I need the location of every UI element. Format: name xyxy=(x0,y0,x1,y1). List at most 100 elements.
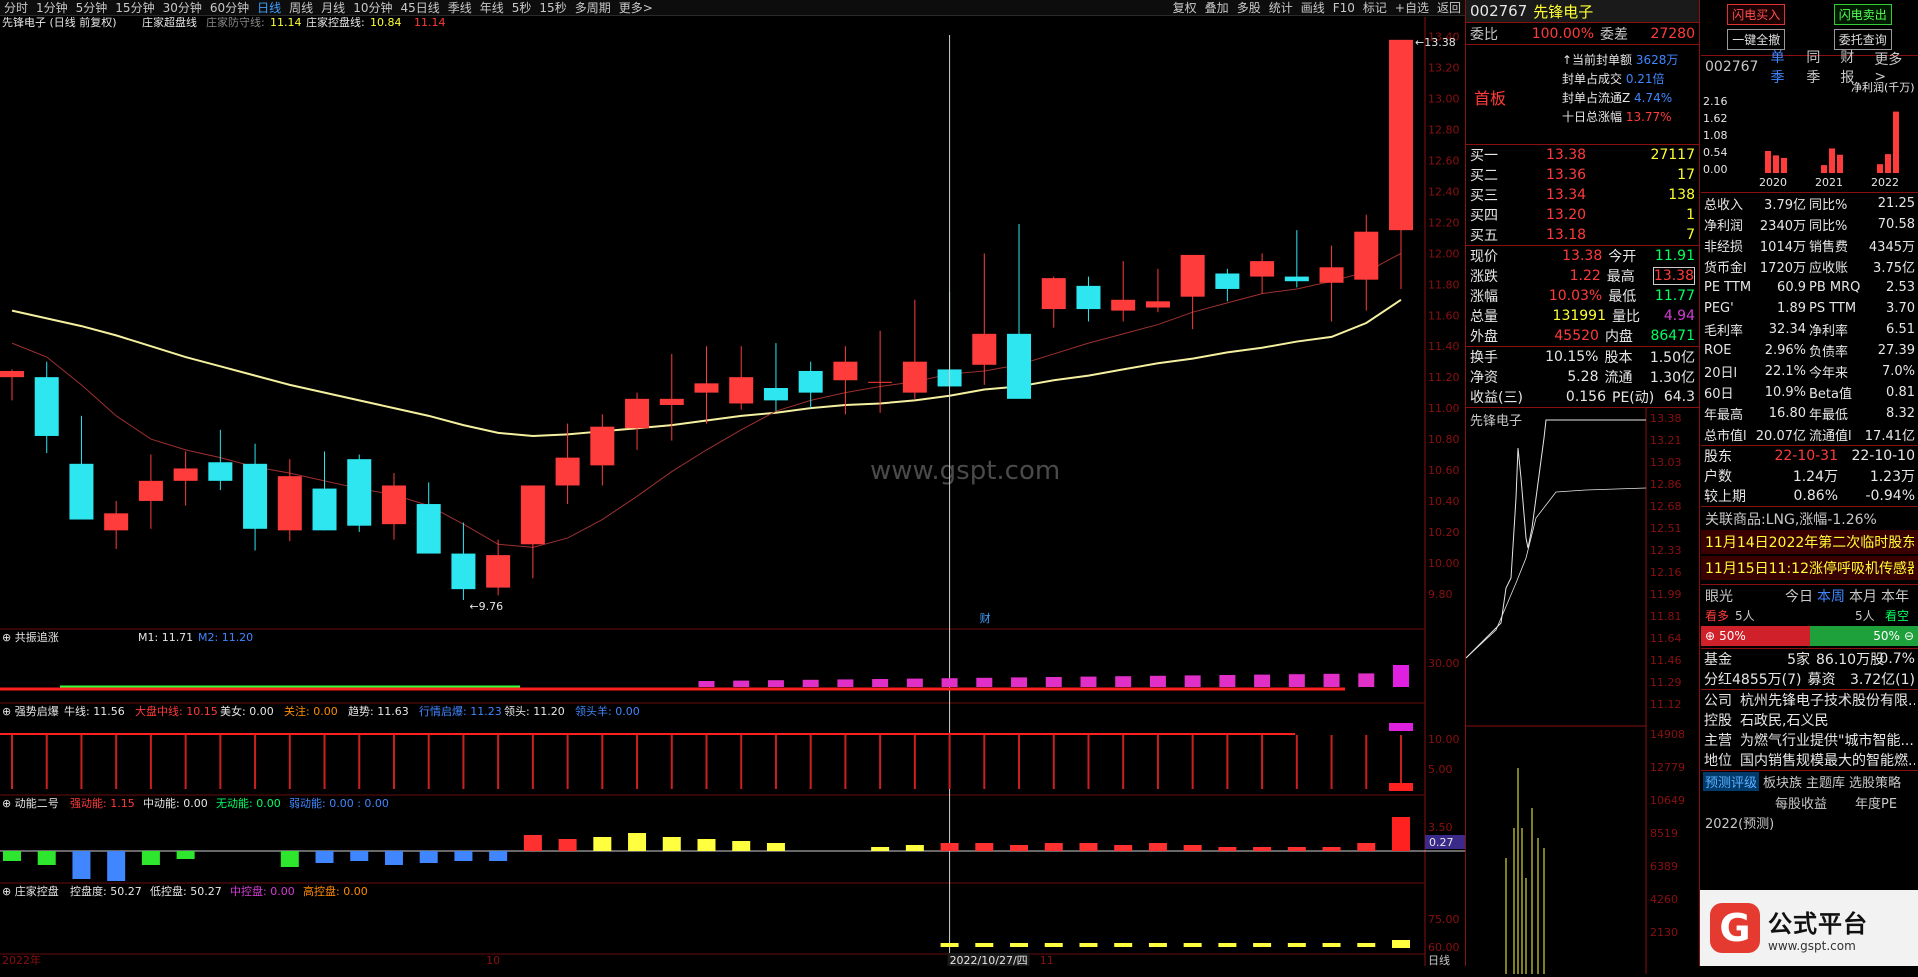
metric-label-2: 非经损 xyxy=(1704,236,1746,255)
forecast-pe: 年度PE xyxy=(1855,793,1897,812)
period-tab-8[interactable]: 月线 xyxy=(317,0,349,16)
flash-buy-button[interactable]: 闪电买入 xyxy=(1727,4,1785,25)
tool-button-4[interactable]: 画线 xyxy=(1297,0,1329,16)
period-tab-0[interactable]: 分时 xyxy=(0,0,32,16)
chart-title: 先锋电子 (日线 前复权) xyxy=(2,17,117,29)
quote2-label2-0: 股本 xyxy=(1604,347,1649,367)
period-tab-15[interactable]: 多周期 xyxy=(571,0,615,16)
period-tab-9[interactable]: 10分钟 xyxy=(349,0,396,16)
news-2[interactable]: 11月15日11:12涨停呼吸机传感器... xyxy=(1701,556,1918,580)
metric-label2-10: 年最低 xyxy=(1809,404,1863,423)
sub3-bar-8 xyxy=(281,851,299,867)
buy-row-0[interactable]: 买一13.3827117 xyxy=(1466,145,1699,165)
tool-button-8[interactable]: 返回 xyxy=(1433,0,1465,16)
board-label: 首板 xyxy=(1474,85,1506,109)
period-tab-5[interactable]: 60分钟 xyxy=(206,0,253,16)
date-label-3: 11 xyxy=(1040,954,1054,966)
sub3-bar-10 xyxy=(350,851,368,861)
period-tab-7[interactable]: 周线 xyxy=(285,0,317,16)
metric-label-6: 毛利率 xyxy=(1704,320,1746,339)
metric-value2-10: 8.32 xyxy=(1863,406,1915,421)
tool-button-0[interactable]: 复权 xyxy=(1169,0,1201,16)
buy-row-1[interactable]: 买二13.3617 xyxy=(1466,165,1699,185)
buy-vol-4: 7 xyxy=(1606,227,1695,243)
fund-row-1: 分红4855万(7)募资3.72亿(1) xyxy=(1701,669,1918,689)
mini-avg-line xyxy=(1466,488,1646,658)
metric-value-5: 1.89 xyxy=(1746,301,1806,316)
fin-bar-2-0 xyxy=(1877,164,1883,173)
quote2-value2-0: 1.50亿 xyxy=(1650,347,1695,367)
company-row-2[interactable]: 主营为燃气行业提供"城市智能... xyxy=(1701,730,1918,750)
mini-vol-4: 6389 xyxy=(1650,860,1678,873)
sub1-bar-32 xyxy=(1115,676,1131,687)
period-tab-14[interactable]: 15秒 xyxy=(535,0,570,16)
sub3-bar-14 xyxy=(489,851,507,861)
mini-axis-2: 13.03 xyxy=(1650,456,1682,469)
news-1[interactable]: 11月14日2022年第二次临时股东... xyxy=(1701,530,1918,554)
fin-axis-4: 0.00 xyxy=(1703,163,1728,176)
candle-body-6 xyxy=(208,462,232,481)
related-row[interactable]: 关联商品:LNG,涨幅-1.26% xyxy=(1701,506,1918,530)
metric-label-10: 年最高 xyxy=(1704,404,1746,423)
period-tab-10[interactable]: 45日线 xyxy=(396,0,443,16)
tool-button-5[interactable]: F10 xyxy=(1329,0,1359,16)
bear-bar[interactable]: 50%⊖ xyxy=(1810,626,1918,646)
metrics-table: 总收入3.79亿同比%21.25净利润2340万同比%70.58非经损1014万… xyxy=(1701,192,1918,445)
sub4-bar-28 xyxy=(975,943,993,947)
info-panel: 闪电买入 闪电卖出 一键全撤 委托查询 002767 单季 同季 财报 更多> … xyxy=(1701,0,1918,966)
holder-row-0: 股东22-10-3122-10-10 xyxy=(1701,446,1918,466)
sector-tab[interactable]: 板块族 xyxy=(1763,772,1802,791)
quote-row-4: 外盘45520内盘86471 xyxy=(1466,326,1699,346)
kline-chart[interactable]: 先锋电子 (日线 前复权)庄家超盘线庄家防守线:11.14庄家控盘线:10.84… xyxy=(0,17,1465,966)
period-tab-11[interactable]: 季线 xyxy=(444,0,476,16)
rating-tab[interactable]: 预测评级 xyxy=(1703,772,1759,791)
candle-body-11 xyxy=(382,485,406,524)
period-tab-4[interactable]: 30分钟 xyxy=(159,0,206,16)
metric-label-0: 总收入 xyxy=(1704,194,1746,213)
eye-year[interactable]: 本年 xyxy=(1881,586,1909,606)
buy-row-3[interactable]: 买四13.201 xyxy=(1466,205,1699,225)
period-tab-1[interactable]: 1分钟 xyxy=(32,0,72,16)
period-tab-6[interactable]: 日线 xyxy=(253,0,285,16)
sub2-item-4: 趋势: 11.63 xyxy=(348,705,409,718)
sub3-bar-0 xyxy=(3,851,21,861)
period-tab-13[interactable]: 5秒 xyxy=(508,0,536,16)
candle-body-8 xyxy=(278,476,302,530)
company-value-1: 石政民,石义民 xyxy=(1740,710,1915,730)
bull-label: 看多 xyxy=(1705,607,1735,624)
company-row-0[interactable]: 公司杭州先锋电子技术股份有限... xyxy=(1701,690,1918,710)
price-axis-label-13: 10.80 xyxy=(1428,433,1460,446)
tool-button-7[interactable]: +自选 xyxy=(1391,0,1433,16)
company-row-1[interactable]: 控股石政民,石义民 xyxy=(1701,710,1918,730)
company-row-3[interactable]: 地位国内销售规模最大的智能燃... xyxy=(1701,750,1918,770)
fund-label-0: 基金 xyxy=(1704,649,1740,669)
tool-button-6[interactable]: 标记 xyxy=(1359,0,1391,16)
bull-bar[interactable]: ⊕50% xyxy=(1701,626,1810,646)
buy-row-4[interactable]: 买五13.187 xyxy=(1466,225,1699,245)
eye-week[interactable]: 本周 xyxy=(1817,586,1849,606)
kline-chart-area[interactable]: 先锋电子 (日线 前复权)庄家超盘线庄家防守线:11.14庄家控盘线:10.84… xyxy=(0,17,1465,966)
period-tab-16[interactable]: 更多> xyxy=(615,0,657,16)
tool-button-2[interactable]: 多股 xyxy=(1233,0,1265,16)
candle-body-5 xyxy=(174,468,198,480)
candle-body-19 xyxy=(660,399,684,405)
holder-row-2: 较上期0.86%-0.94% xyxy=(1701,486,1918,506)
theme-tab[interactable]: 主题库 xyxy=(1806,772,1845,791)
cai-marker: 财 xyxy=(980,611,991,625)
eye-today[interactable]: 今日 xyxy=(1785,586,1817,606)
buy-price-1: 13.36 xyxy=(1546,167,1606,183)
tool-button-3[interactable]: 统计 xyxy=(1265,0,1297,16)
sub1-bar-22 xyxy=(768,680,784,687)
period-tab-3[interactable]: 15分钟 xyxy=(111,0,158,16)
buy-row-2[interactable]: 买三13.34138 xyxy=(1466,185,1699,205)
metric-label-3: 货币金l xyxy=(1704,257,1746,276)
candle-body-18 xyxy=(625,399,649,428)
tool-button-1[interactable]: 叠加 xyxy=(1201,0,1233,16)
strategy-tab[interactable]: 选股策略 xyxy=(1849,772,1901,791)
flash-sell-button[interactable]: 闪电卖出 xyxy=(1834,4,1892,25)
eye-month[interactable]: 本月 xyxy=(1849,586,1881,606)
period-tab-2[interactable]: 5分钟 xyxy=(72,0,112,16)
period-tab-12[interactable]: 年线 xyxy=(476,0,508,16)
fund-label-1: 分红 xyxy=(1704,669,1732,689)
metric-value-4: 60.9 xyxy=(1746,280,1806,295)
